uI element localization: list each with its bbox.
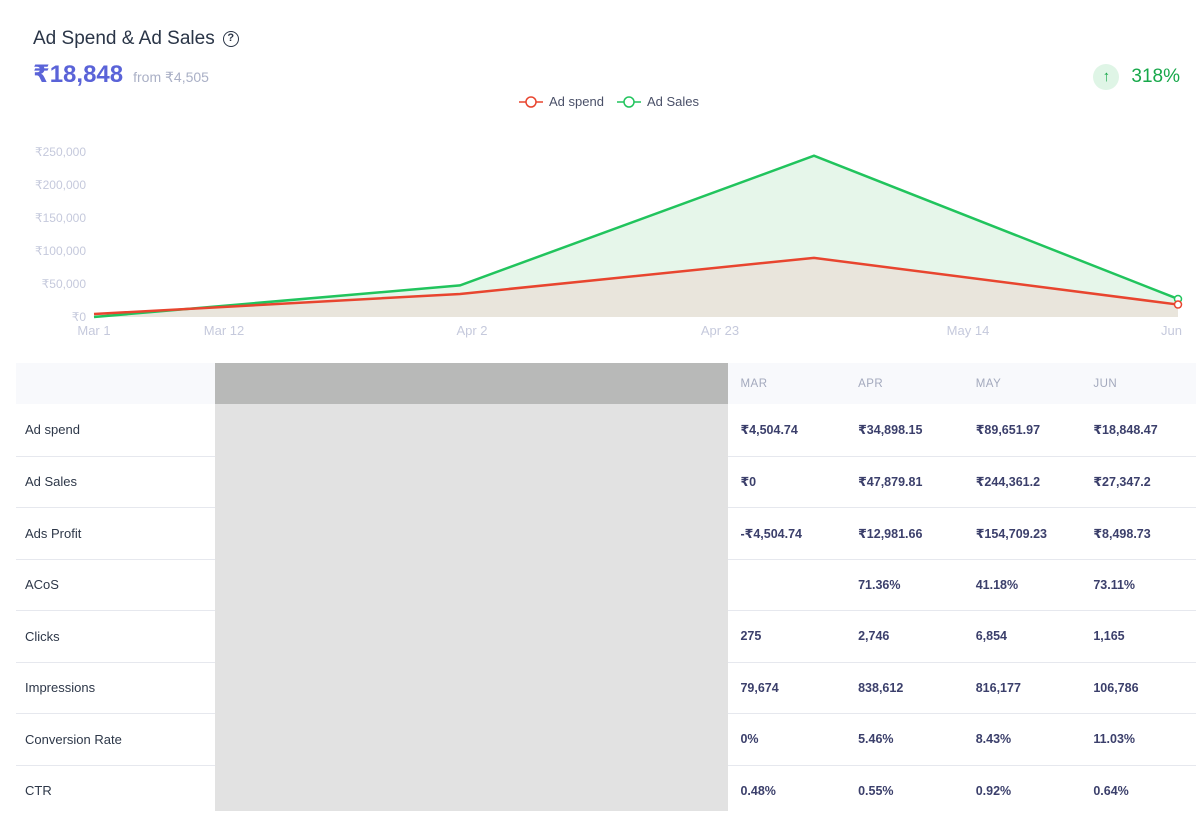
- table-cell: ₹4,504.74: [740, 423, 798, 438]
- row-label: Ad spend: [25, 422, 80, 438]
- table-cell: 0%: [740, 732, 759, 747]
- table-cell: ₹12,981.66: [858, 526, 923, 541]
- table-cell: 5.46%: [858, 732, 894, 747]
- metrics-table: MAR APR MAY JUN Ad spend ₹4,504.74 ₹34,898…: [16, 363, 1196, 816]
- table-cell: 838,612: [858, 680, 904, 695]
- x-tick-label: Mar 1: [77, 323, 110, 338]
- current-value: ₹18,848: [33, 61, 124, 88]
- table-cell: 71.36%: [858, 577, 901, 592]
- y-tick-label: ₹150,000: [35, 211, 86, 225]
- row-label: Conversion Rate: [25, 731, 122, 747]
- row-label: Ad Sales: [25, 474, 78, 490]
- table-cell: -₹4,504.74: [740, 526, 802, 541]
- table-cell: 0.92%: [975, 783, 1012, 798]
- y-tick-label: ₹250,000: [35, 145, 86, 159]
- legend-marker: [623, 96, 635, 108]
- table-cell: 41.18%: [975, 577, 1019, 592]
- area-chart: ₹250,000 ₹200,000 ₹150,000 ₹100,000 ₹50,000 ₹…: [35, 94, 1183, 338]
- table-cell: 106,786: [1093, 680, 1139, 695]
- table-cell: 79,674: [740, 680, 779, 695]
- header-month: MAR: [740, 377, 768, 390]
- change-badge: ↑ 318%: [1093, 64, 1180, 90]
- row-label: ACoS: [25, 577, 59, 593]
- y-tick-label: ₹0: [72, 310, 87, 324]
- row-label: Ads Profit: [25, 525, 82, 541]
- help-icon[interactable]: ?: [222, 31, 239, 47]
- legend-marker: [525, 96, 537, 108]
- table-cell: ₹27,347.2: [1093, 475, 1151, 490]
- table-cell: ₹8,498.73: [1093, 526, 1151, 541]
- x-tick-label: Apr 23: [701, 323, 739, 338]
- y-tick-label: ₹50,000: [42, 277, 87, 291]
- header-month: MAY: [975, 377, 1002, 390]
- table-cell: ₹0: [740, 475, 757, 490]
- row-label: Impressions: [25, 680, 96, 696]
- table-cell: 0.48%: [740, 783, 776, 798]
- row-label: CTR: [25, 783, 52, 799]
- table-cell: ₹34,898.15: [858, 423, 923, 438]
- table-cell: 8.43%: [975, 732, 1012, 747]
- table-cell: ₹244,361.2: [975, 475, 1041, 490]
- chart-title-row: Ad Spend & Ad Sales ?: [33, 28, 239, 50]
- x-tick-label: May 14: [947, 323, 990, 338]
- table-cell: 6,854: [975, 629, 1007, 644]
- table-cell: ₹154,709.23: [975, 526, 1047, 541]
- table-cell: 275: [740, 629, 762, 644]
- table-cell: 73.11%: [1093, 577, 1136, 592]
- header-month: JUN: [1093, 377, 1118, 390]
- redacted-column-block: [215, 404, 728, 811]
- table-cell: 2,746: [858, 629, 890, 644]
- table-cell: ₹47,879.81: [858, 475, 923, 490]
- table-cell: [725, 560, 843, 611]
- table-cell: 11.03%: [1093, 732, 1136, 747]
- legend-label[interactable]: Ad spend: [549, 94, 604, 109]
- chart-title: Ad Spend & Ad Sales: [33, 28, 215, 49]
- header-label-cell: [16, 363, 214, 404]
- row-label: Clicks: [25, 628, 60, 644]
- table-cell: 0.64%: [1093, 783, 1129, 798]
- x-tick-label: Apr 2: [456, 323, 487, 338]
- y-tick-label: ₹100,000: [35, 244, 86, 258]
- previous-value: from ₹4,505: [133, 69, 209, 85]
- summary-value-row: ₹18,848 from ₹4,505: [33, 60, 209, 89]
- x-tick-label: Mar 12: [204, 323, 244, 338]
- arrow-up-icon: ↑: [1093, 64, 1120, 90]
- data-point[interactable]: [1173, 300, 1183, 309]
- table-cell: 0.55%: [858, 783, 894, 798]
- legend-label[interactable]: Ad Sales: [647, 94, 700, 109]
- y-tick-label: ₹200,000: [35, 178, 86, 192]
- table-cell: 1,165: [1093, 629, 1125, 644]
- header-month: APR: [858, 377, 884, 390]
- table-cell: 816,177: [975, 680, 1021, 695]
- x-tick-label: Jun: [1161, 323, 1182, 338]
- table-cell: ₹89,651.97: [975, 423, 1041, 438]
- change-percent: 318%: [1131, 66, 1180, 87]
- table-cell: ₹18,848.47: [1093, 423, 1158, 438]
- redacted-header-block: [215, 363, 728, 404]
